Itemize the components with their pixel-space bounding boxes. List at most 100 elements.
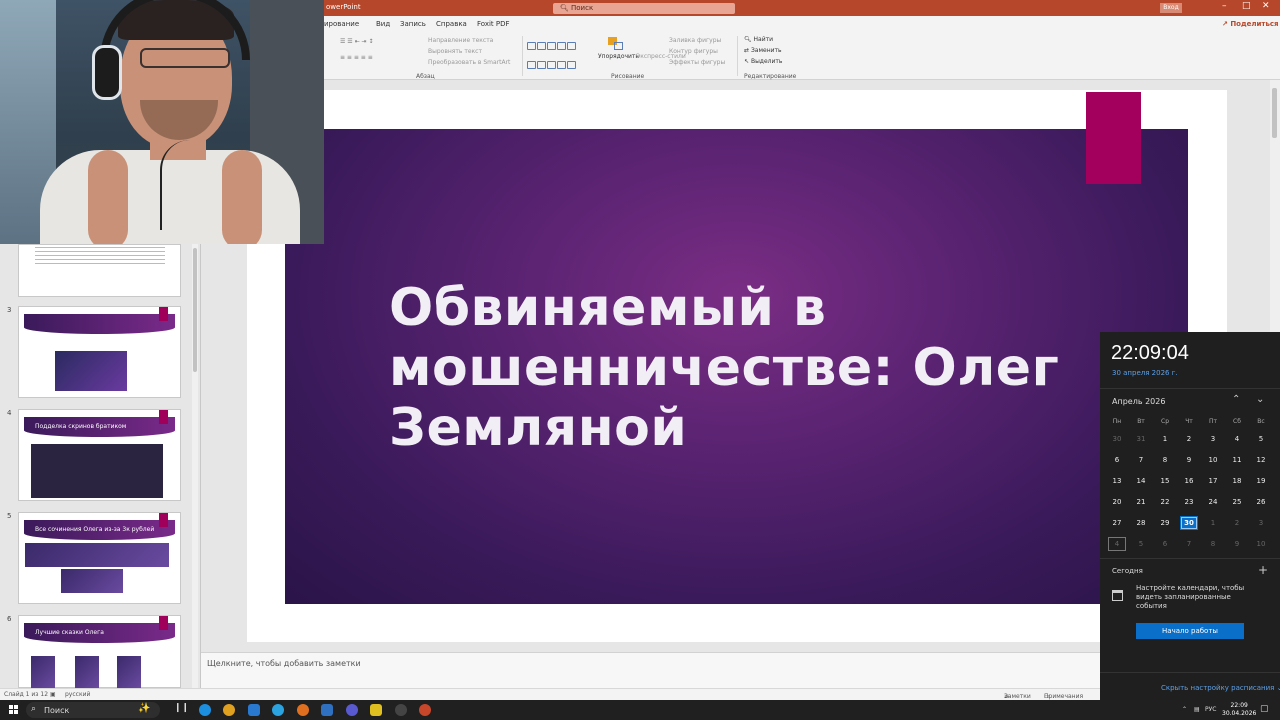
slide-thumbnail-2[interactable] <box>18 244 181 297</box>
code-icon[interactable] <box>321 704 333 716</box>
input-language[interactable]: РУС <box>1205 706 1216 713</box>
hide-agenda-link[interactable]: Скрыть настройку расписания ⌄ <box>1161 684 1280 692</box>
calendar-month[interactable]: Апрель 2026 <box>1112 397 1165 406</box>
scrollbar-thumb[interactable] <box>1272 88 1277 138</box>
list-icons[interactable]: ☰ ☰ ⇤ ⇥ ↕ <box>340 38 373 45</box>
calendar-day[interactable]: 6 <box>1108 453 1126 467</box>
calendar-day[interactable]: 10 <box>1252 537 1270 551</box>
slide-thumbnail-5[interactable]: Все сочинения Олега из-за 3к рублей <box>18 512 181 604</box>
file-explorer-icon[interactable] <box>370 704 382 716</box>
taskbar-search[interactable]: ⌕ Поиск ✨ <box>26 702 160 718</box>
calendar-day[interactable]: 3 <box>1252 516 1270 530</box>
tab-review[interactable]: ирование <box>324 20 359 28</box>
mail-icon[interactable] <box>248 704 260 716</box>
minimize-icon[interactable]: – <box>1222 1 1227 11</box>
calendar-day[interactable]: 30 <box>1108 432 1126 446</box>
close-icon[interactable]: ✕ <box>1262 1 1270 11</box>
calendar-day[interactable]: 31 <box>1132 432 1150 446</box>
calendar-day[interactable]: 25 <box>1228 495 1246 509</box>
accessibility-icon[interactable]: ▣ <box>50 691 56 698</box>
maximize-icon[interactable]: □ <box>1242 1 1251 11</box>
calendar-day[interactable]: 11 <box>1228 453 1246 467</box>
edge-icon[interactable] <box>199 704 211 716</box>
calendar-day[interactable]: 23 <box>1180 495 1198 509</box>
calendar-day[interactable]: 16 <box>1180 474 1198 488</box>
slide-title[interactable]: Обвиняемый в мошенничестве: Олег Земляно… <box>389 278 1089 458</box>
calendar-day[interactable]: 2 <box>1228 516 1246 530</box>
align-text-button[interactable]: Выровнять текст <box>428 48 482 55</box>
replace-button[interactable]: ⇄ Заменить <box>744 47 782 54</box>
browser-icon[interactable] <box>297 704 309 716</box>
chrome-icon[interactable] <box>223 704 235 716</box>
calendar-day[interactable]: 1 <box>1156 432 1174 446</box>
calendar-day[interactable]: 10 <box>1204 453 1222 467</box>
calendar-day[interactable]: 22 <box>1156 495 1174 509</box>
find-button[interactable]: 🔍︎ Найти <box>744 36 773 43</box>
calendar-day[interactable]: 20 <box>1108 495 1126 509</box>
windows-start-icon[interactable] <box>9 705 19 715</box>
calendar-day[interactable]: 29 <box>1156 516 1174 530</box>
calendar-day[interactable]: 14 <box>1132 474 1150 488</box>
slide-thumbnail-3[interactable] <box>18 306 181 398</box>
calendar-day[interactable]: 4 <box>1228 432 1246 446</box>
text-direction-button[interactable]: Направление текста <box>428 37 493 44</box>
shape-outline-button[interactable]: Контур фигуры <box>669 48 718 55</box>
tab-help[interactable]: Справка <box>436 20 467 28</box>
calendar-day[interactable]: 5 <box>1252 432 1270 446</box>
calendar-day[interactable]: 27 <box>1108 516 1126 530</box>
add-event-icon[interactable]: + <box>1258 563 1268 577</box>
telegram-icon[interactable] <box>272 704 284 716</box>
align-icons[interactable]: ≡ ≡ ≡ ≡ ≡ <box>340 54 373 61</box>
calendar-day[interactable]: 5 <box>1132 537 1150 551</box>
calendar-day[interactable]: 4 <box>1108 537 1126 551</box>
arrange-icon[interactable] <box>608 37 624 51</box>
taskbar-clock[interactable]: 22:09 30.04.2026 <box>1222 702 1256 718</box>
powerpoint-icon[interactable] <box>419 704 431 716</box>
network-icon[interactable]: ▤ <box>1194 706 1200 713</box>
share-button[interactable]: ↗ Поделиться <box>1222 20 1279 28</box>
calendar-day[interactable]: 8 <box>1204 537 1222 551</box>
shape-effects-button[interactable]: Эффекты фигуры <box>669 59 725 66</box>
discord-icon[interactable] <box>346 704 358 716</box>
notification-icon[interactable]: ▢ <box>1260 704 1269 714</box>
calendar-day[interactable]: 19 <box>1252 474 1270 488</box>
shape-fill-button[interactable]: Заливка фигуры <box>669 37 721 44</box>
calendar-day[interactable]: 9 <box>1180 453 1198 467</box>
calendar-day[interactable]: 17 <box>1204 474 1222 488</box>
calendar-day[interactable]: 13 <box>1108 474 1126 488</box>
calendar-day[interactable]: 2 <box>1180 432 1198 446</box>
scrollbar-thumb[interactable] <box>193 248 197 372</box>
select-button[interactable]: ↖ Выделить <box>744 58 782 65</box>
tab-foxit-pdf[interactable]: Foxit PDF <box>477 20 510 28</box>
search-input[interactable]: 🔍︎ Поиск <box>553 3 735 14</box>
calendar-day[interactable]: 7 <box>1180 537 1198 551</box>
slide-thumbnail-6[interactable]: Лучшие сказки Олега <box>18 615 181 688</box>
convert-smartart-button[interactable]: Преобразовать в SmartArt <box>428 59 510 66</box>
calendar-day[interactable]: 1 <box>1204 516 1222 530</box>
calendar-day[interactable]: 7 <box>1132 453 1150 467</box>
calendar-date[interactable]: 30 апреля 2026 г. <box>1112 369 1178 377</box>
language-indicator[interactable]: русский <box>65 691 90 698</box>
signin-button[interactable]: Вход <box>1160 3 1182 13</box>
calendar-day[interactable]: 6 <box>1156 537 1174 551</box>
calendar-day[interactable]: 30 <box>1180 516 1198 530</box>
calendar-day[interactable]: 12 <box>1252 453 1270 467</box>
thumbnail-scrollbar[interactable] <box>192 244 198 688</box>
arrange-button[interactable]: Упорядочить <box>598 53 639 60</box>
calendar-day[interactable]: 3 <box>1204 432 1222 446</box>
calendar-day[interactable]: 8 <box>1156 453 1174 467</box>
calendar-day[interactable]: 18 <box>1228 474 1246 488</box>
chevron-down-icon[interactable]: ⌄ <box>1256 394 1264 405</box>
get-started-button[interactable]: Начало работы <box>1136 623 1244 639</box>
obs-icon[interactable] <box>395 704 407 716</box>
calendar-day[interactable]: 9 <box>1228 537 1246 551</box>
calendar-day[interactable]: 21 <box>1132 495 1150 509</box>
calendar-day[interactable]: 26 <box>1252 495 1270 509</box>
calendar-day[interactable]: 28 <box>1132 516 1150 530</box>
chevron-up-icon[interactable]: ⌃ <box>1232 394 1240 405</box>
calendar-day[interactable]: 15 <box>1156 474 1174 488</box>
tray-chevron-icon[interactable]: ⌃ <box>1182 706 1187 713</box>
task-view-icon[interactable]: ❙❙ <box>174 703 189 715</box>
tab-view[interactable]: Вид <box>376 20 390 28</box>
calendar-day[interactable]: 24 <box>1204 495 1222 509</box>
